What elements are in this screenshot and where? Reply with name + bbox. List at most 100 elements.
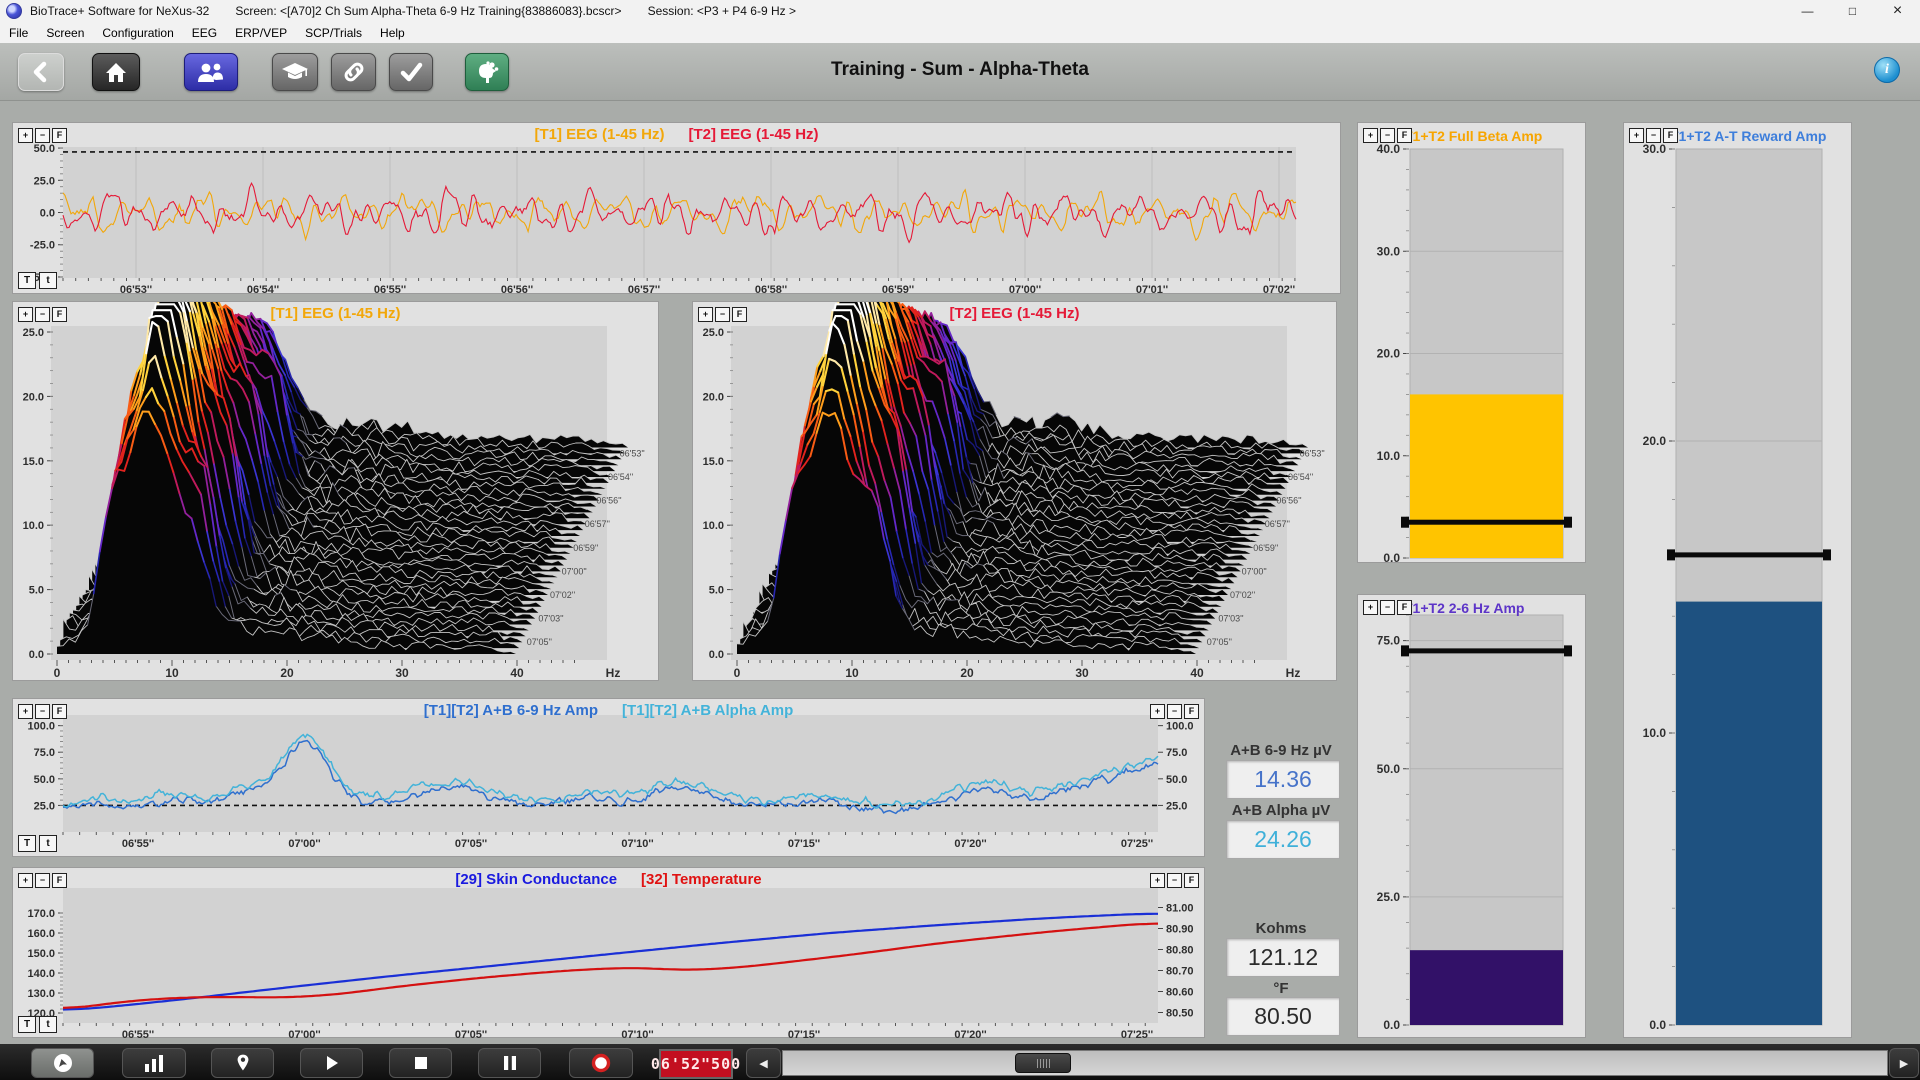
clients-button[interactable] <box>184 53 238 91</box>
maximize-button[interactable]: □ <box>1830 0 1875 22</box>
y-tick-label-right: 80.90 <box>1166 924 1194 936</box>
meter-title: T1+T2 Full Beta Amp <box>1404 128 1542 144</box>
zoom-in-button[interactable]: + <box>698 307 713 322</box>
zoom-in-button[interactable]: + <box>1150 704 1165 719</box>
time-range-button[interactable]: T <box>18 835 36 852</box>
time-label: 06'57'' <box>1265 519 1290 529</box>
panel-sc-temp: +−F+−FTt[29] Skin Conductance[32] Temper… <box>12 867 1205 1038</box>
main-toolbar: Training - Sum - Alpha-Theta i <box>0 43 1920 101</box>
fullscreen-button[interactable]: F <box>52 128 67 143</box>
zoom-in-button[interactable]: + <box>18 128 33 143</box>
timebase-controls: Tt <box>18 272 57 289</box>
zoom-in-button[interactable]: + <box>18 307 33 322</box>
fullscreen-button[interactable]: F <box>1397 128 1412 143</box>
meter-tick-label: 25.0 <box>1377 890 1401 904</box>
navigate-button[interactable] <box>31 1048 94 1078</box>
meter-threshold[interactable] <box>1405 520 1568 525</box>
y-tick-label: 10.0 <box>703 520 724 532</box>
link-button[interactable] <box>331 53 376 91</box>
menu-item-scp-trials[interactable]: SCP/Trials <box>296 26 371 40</box>
fullscreen-button[interactable]: F <box>1663 128 1678 143</box>
menu-item-help[interactable]: Help <box>371 26 414 40</box>
session-label: Session: <P3 + P4 6-9 Hz > <box>648 4 796 18</box>
meter-threshold[interactable] <box>1405 648 1568 653</box>
zoom-in-button[interactable]: + <box>1629 128 1644 143</box>
zoom-in-button[interactable]: + <box>1363 600 1378 615</box>
minimize-button[interactable]: — <box>1785 0 1830 22</box>
learning-button[interactable] <box>272 53 318 91</box>
tasks-button[interactable] <box>389 53 433 91</box>
meter-threshold[interactable] <box>1671 552 1827 557</box>
y-tick-label: 160.0 <box>27 928 55 940</box>
fullscreen-button[interactable]: F <box>1184 704 1199 719</box>
menu-item-erp-vep[interactable]: ERP/VEP <box>226 26 296 40</box>
meter-title: T1+T2 A-T Reward Amp <box>1670 128 1827 144</box>
zoom-out-button[interactable]: − <box>1167 873 1182 888</box>
fullscreen-button[interactable]: F <box>1397 600 1412 615</box>
x-tick-label: 30 <box>395 666 409 680</box>
y-tick-label: 170.0 <box>27 908 55 920</box>
zoom-out-button[interactable]: − <box>35 307 50 322</box>
zoom-in-button[interactable]: + <box>1363 128 1378 143</box>
time-range-button[interactable]: T <box>18 1016 36 1033</box>
zoom-in-button[interactable]: + <box>18 704 33 719</box>
pause-button[interactable] <box>478 1048 541 1078</box>
time-label: 07'05'' <box>527 637 552 647</box>
y-tick-label-right: 80.80 <box>1166 945 1194 957</box>
marker-button[interactable] <box>211 1048 274 1078</box>
fullscreen-button[interactable]: F <box>52 307 67 322</box>
fullscreen-button[interactable]: F <box>52 704 67 719</box>
zoom-in-button[interactable]: + <box>18 873 33 888</box>
y-tick-label: 25.0 <box>34 175 55 187</box>
checkmark-icon <box>398 59 424 85</box>
time-label: 06'53'' <box>1300 448 1325 458</box>
stop-icon <box>413 1055 429 1071</box>
back-button[interactable] <box>18 53 64 91</box>
menu-item-configuration[interactable]: Configuration <box>93 26 182 40</box>
x-tick-label: 06'58'' <box>755 284 788 295</box>
info-button[interactable]: i <box>1874 57 1900 83</box>
readout-label-alpha: A+B Alpha µV <box>1222 802 1340 819</box>
mind-button[interactable] <box>465 53 509 91</box>
pause-icon <box>502 1055 518 1071</box>
time-unit-button[interactable]: t <box>39 835 57 852</box>
zoom-out-button[interactable]: − <box>35 704 50 719</box>
zoom-out-button[interactable]: − <box>1167 704 1182 719</box>
zoom-out-button[interactable]: − <box>715 307 730 322</box>
y-tick-label-right: 81.00 <box>1166 903 1194 915</box>
fullscreen-button[interactable]: F <box>52 873 67 888</box>
fullscreen-button[interactable]: F <box>1184 873 1199 888</box>
menu-item-eeg[interactable]: EEG <box>183 26 226 40</box>
y-tick-label: 130.0 <box>27 988 55 1000</box>
levels-button[interactable] <box>122 1048 186 1078</box>
zoom-out-button[interactable]: − <box>1380 600 1395 615</box>
home-button[interactable] <box>92 53 140 91</box>
time-range-button[interactable]: T <box>18 272 36 289</box>
zoom-out-button[interactable]: − <box>1646 128 1661 143</box>
x-tick-label: 07'20'' <box>954 838 987 850</box>
x-tick-label: 07'20'' <box>954 1029 987 1039</box>
record-button[interactable] <box>569 1048 633 1078</box>
zoom-out-button[interactable]: − <box>1380 128 1395 143</box>
time-unit-button[interactable]: t <box>39 272 57 289</box>
meter-tick-label: 30.0 <box>1377 244 1401 258</box>
time-unit-button[interactable]: t <box>39 1016 57 1033</box>
play-button[interactable] <box>300 1048 363 1078</box>
scroll-left-button[interactable]: ◀ <box>746 1048 781 1078</box>
bar-26-meter: 75.050.025.00.0 <box>1358 595 1587 1039</box>
close-button[interactable]: × <box>1875 0 1920 22</box>
meter-fill <box>1676 602 1822 1025</box>
stop-button[interactable] <box>389 1048 452 1078</box>
meter-title: T1+T2 2-6 Hz Amp <box>1404 600 1524 616</box>
menu-item-screen[interactable]: Screen <box>37 26 93 40</box>
x-axis-unit: Hz <box>1286 666 1301 680</box>
menu-item-file[interactable]: File <box>0 26 37 40</box>
fullscreen-button[interactable]: F <box>732 307 747 322</box>
scrollbar-thumb[interactable] <box>1015 1053 1071 1073</box>
zoom-out-button[interactable]: − <box>35 128 50 143</box>
y-tick-label: 0.0 <box>29 649 44 661</box>
zoom-out-button[interactable]: − <box>35 873 50 888</box>
timeline-scrollbar[interactable] <box>782 1050 1888 1076</box>
zoom-in-button[interactable]: + <box>1150 873 1165 888</box>
scroll-right-button[interactable]: ▶ <box>1889 1048 1919 1078</box>
